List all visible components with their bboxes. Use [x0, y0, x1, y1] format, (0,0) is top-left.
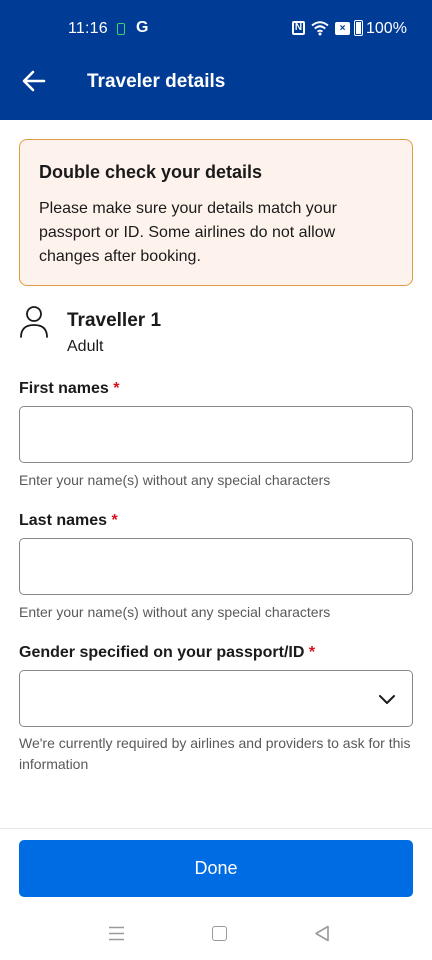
wifi-icon: [311, 21, 329, 36]
home-icon[interactable]: [212, 926, 227, 941]
google-icon: G: [136, 19, 149, 36]
required-mark: *: [111, 512, 118, 529]
last-names-label: Last names *: [19, 512, 118, 530]
menu-icon[interactable]: [108, 926, 125, 941]
required-mark: *: [113, 380, 120, 397]
traveller-type: Adult: [67, 338, 104, 355]
sim-off-icon: ×: [335, 22, 350, 35]
first-names-label: First names *: [19, 380, 120, 398]
gender-select[interactable]: [19, 670, 413, 727]
page-title: Traveler details: [87, 71, 226, 92]
gender-label: Gender specified on your passport/ID *: [19, 644, 315, 662]
notice-box: Double check your details Please make su…: [19, 139, 413, 286]
nfc-icon: N: [292, 21, 305, 35]
notice-title: Double check your details: [39, 162, 263, 182]
status-time: 11:16: [68, 20, 108, 37]
battery-percent: 100%: [366, 20, 407, 37]
last-names-label-text: Last names: [19, 512, 108, 529]
back-arrow-icon[interactable]: [20, 66, 48, 96]
traveller-name: Traveller 1: [67, 310, 162, 331]
required-mark: *: [308, 644, 316, 661]
app-header: 11:16 G N × 100% Traveler details: [0, 0, 432, 120]
notice-body: Please make sure your details match your…: [39, 200, 337, 265]
chevron-down-icon: [379, 695, 395, 704]
battery-saver-icon: [117, 23, 125, 35]
traveller-header: Traveller 1 Adult: [19, 303, 413, 363]
last-names-hint: Enter your name(s) without any special c…: [19, 604, 331, 620]
first-names-input[interactable]: [19, 406, 413, 463]
first-names-label-text: First names: [19, 380, 109, 397]
status-bar: 11:16 G N × 100%: [0, 0, 432, 58]
done-button[interactable]: Done: [19, 840, 413, 897]
footer-divider: [0, 828, 432, 829]
system-nav-bar: [0, 908, 432, 960]
gender-label-text: Gender specified on your passport/ID: [19, 644, 305, 661]
nav-back-icon[interactable]: [314, 925, 330, 942]
gender-hint: We're currently required by airlines and…: [19, 735, 411, 772]
battery-icon: [354, 20, 363, 36]
person-icon: [20, 306, 48, 338]
first-names-hint: Enter your name(s) without any special c…: [19, 472, 331, 488]
last-names-input[interactable]: [19, 538, 413, 595]
